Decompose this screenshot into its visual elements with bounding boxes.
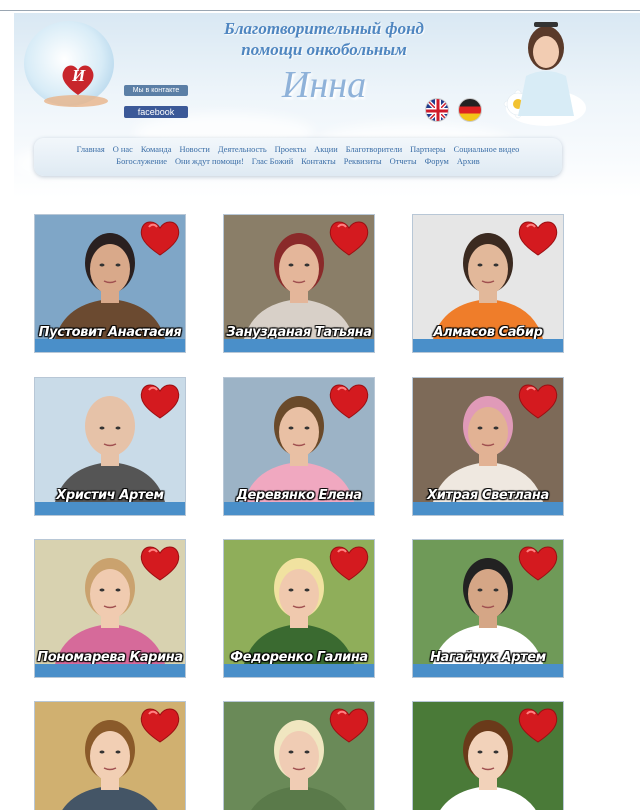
patient-name: Христич Артем xyxy=(56,488,164,503)
heart-icon xyxy=(329,546,369,581)
nav-item[interactable]: Архив xyxy=(457,157,480,166)
card-footer-bar xyxy=(413,664,563,677)
patient-name: Пустовит Анастасия xyxy=(38,325,182,340)
heart-icon xyxy=(329,384,369,419)
card-footer-bar xyxy=(224,339,374,352)
patient-card[interactable]: Бочкан Данила xyxy=(34,701,186,810)
card-footer-bar xyxy=(413,339,563,352)
main-navigation: Главная О нас Команда Новости Деятельность Пр… xyxy=(34,138,562,176)
card-footer-bar xyxy=(413,502,563,515)
heart-icon xyxy=(329,708,369,743)
patient-card[interactable]: Кабачкова Марианна xyxy=(412,701,564,810)
top-divider xyxy=(0,10,640,11)
nav-item[interactable]: Акции xyxy=(314,145,338,154)
card-footer-bar xyxy=(35,502,185,515)
heart-icon xyxy=(140,221,180,256)
site-title-line1: Благотворительный фонд xyxy=(224,19,424,38)
nav-item[interactable]: Контакты xyxy=(301,157,336,166)
nav-item[interactable]: Реквизиты xyxy=(344,157,382,166)
site-header: И Благотворительный фонд помощи онкоболь… xyxy=(14,13,640,198)
heart-icon xyxy=(329,221,369,256)
nav-row-secondary: Богослужение Они ждут помощи! Глас Божий Ко… xyxy=(34,156,562,168)
site-title-name: Инна xyxy=(281,64,367,106)
vkontakte-button[interactable]: Мы в контакте xyxy=(124,85,188,96)
card-footer-bar xyxy=(35,664,185,677)
card-footer-bar xyxy=(35,339,185,352)
heart-icon xyxy=(518,546,558,581)
heart-icon xyxy=(518,384,558,419)
facebook-button[interactable]: facebook xyxy=(124,106,188,118)
card-footer-bar xyxy=(224,664,374,677)
patient-name: Алмасов Сабир xyxy=(433,325,543,340)
nav-item[interactable]: Деятельность xyxy=(218,145,267,154)
patient-card[interactable]: Деревянко Елена xyxy=(223,377,375,516)
heart-icon xyxy=(518,708,558,743)
heart-icon xyxy=(140,708,180,743)
patient-name: Хитрая Светлана xyxy=(427,488,549,503)
heart-icon xyxy=(140,384,180,419)
heart-icon xyxy=(140,546,180,581)
logo-letter: И xyxy=(72,66,86,85)
nav-item[interactable]: О нас xyxy=(113,145,133,154)
nav-item[interactable]: Благотворители xyxy=(346,145,402,154)
patient-card[interactable]: Федоренко Галина xyxy=(223,539,375,678)
nav-item[interactable]: Социальное видео xyxy=(454,145,520,154)
patient-name: Нагайчук Артем xyxy=(430,650,546,665)
patient-card[interactable]: Занузданая Татьяна xyxy=(223,214,375,353)
patient-name: Пономарева Карина xyxy=(37,650,183,665)
patient-card[interactable]: Христич Артем xyxy=(34,377,186,516)
nav-row-primary: Главная О нас Команда Новости Деятельность Пр… xyxy=(34,144,562,156)
patient-card[interactable]: Хитрая Светлана xyxy=(412,377,564,516)
nav-item[interactable]: Отчеты xyxy=(390,157,417,166)
patient-name: Деревянко Елена xyxy=(236,488,362,503)
patient-card[interactable]: Нагайчук Артем xyxy=(412,539,564,678)
nav-item[interactable]: Проекты xyxy=(275,145,307,154)
nav-item[interactable]: Форум xyxy=(425,157,449,166)
card-footer-bar xyxy=(224,502,374,515)
nav-item[interactable]: Богослужение xyxy=(116,157,167,166)
patient-card[interactable]: Бушин Валентина xyxy=(223,701,375,810)
patient-card[interactable]: Пустовит Анастасия xyxy=(34,214,186,353)
nav-item[interactable]: Глас Божий xyxy=(252,157,293,166)
english-flag-icon[interactable] xyxy=(425,98,449,122)
nav-item[interactable]: Команда xyxy=(141,145,172,154)
foundation-logo[interactable]: И xyxy=(24,21,114,107)
patient-card[interactable]: Алмасов Сабир xyxy=(412,214,564,353)
german-flag-icon[interactable] xyxy=(458,98,482,122)
nav-item[interactable]: Новости xyxy=(179,145,209,154)
site-title-line2: помощи онкобольным xyxy=(241,40,407,59)
nav-item[interactable]: Партнеры xyxy=(410,145,446,154)
patient-card[interactable]: Пономарева Карина xyxy=(34,539,186,678)
founder-portrait xyxy=(503,22,586,126)
patient-name: Федоренко Галина xyxy=(230,650,368,665)
heart-icon xyxy=(518,221,558,256)
nav-item[interactable]: Они ждут помощи! xyxy=(175,157,244,166)
nav-item[interactable]: Главная xyxy=(77,145,105,154)
patient-name: Занузданая Татьяна xyxy=(226,325,372,340)
